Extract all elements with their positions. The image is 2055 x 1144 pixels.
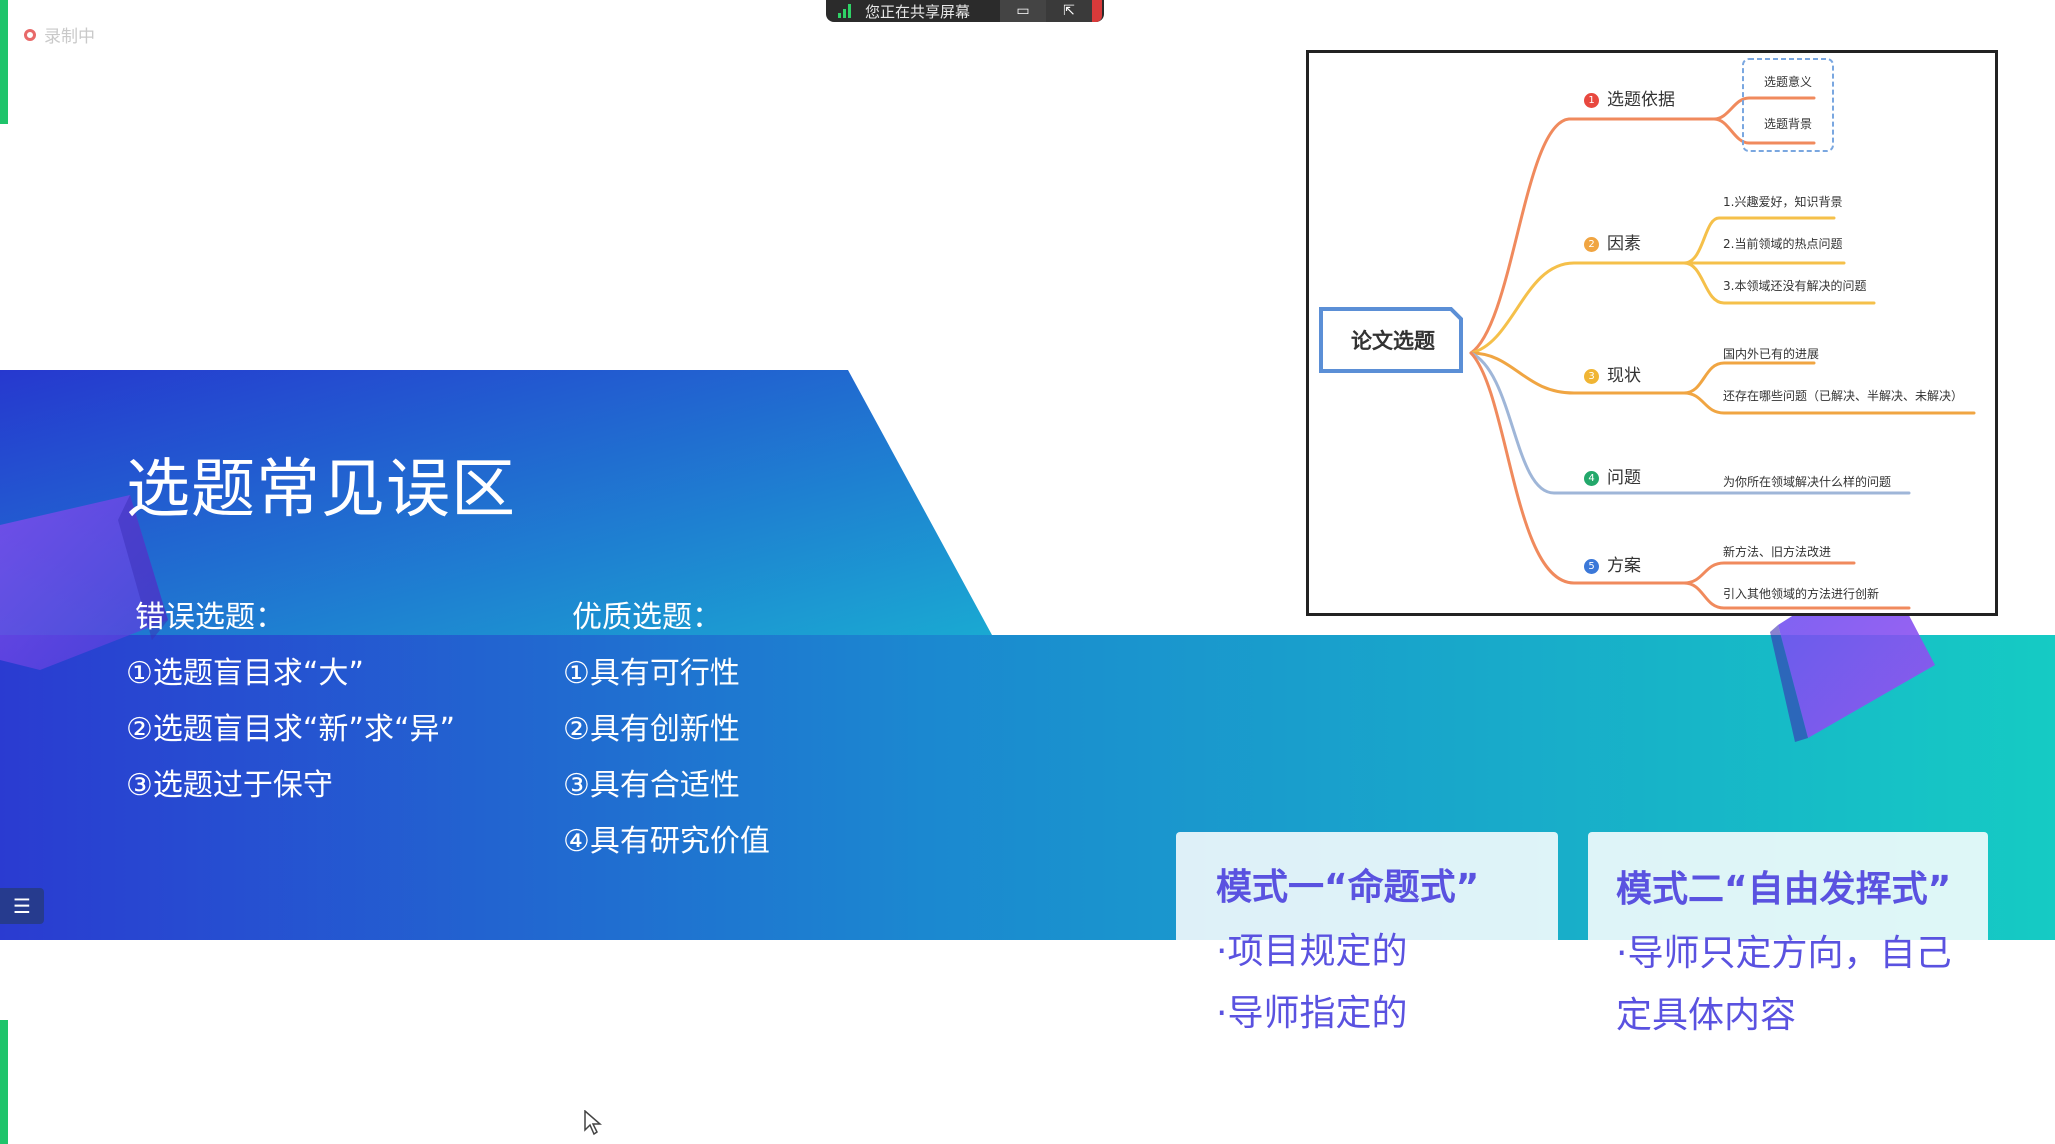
branch-number-icon: 4 xyxy=(1584,470,1599,486)
wrong-topic-item: ①选题盲目求“大” xyxy=(126,656,364,691)
mindmap-leaf: 引入其他领域的方法进行创新 xyxy=(1723,587,1880,601)
branch-label: 问题 xyxy=(1607,468,1641,488)
switch-window-button[interactable]: ▭ xyxy=(1000,0,1046,22)
wrong-topic-item: ③选题过于保守 xyxy=(126,768,333,803)
mindmap-leaf: 选题背景 xyxy=(1764,117,1813,131)
good-topic-item: ③具有合适性 xyxy=(563,768,740,803)
edge-indicator-top xyxy=(0,0,8,124)
branch-number-icon: 1 xyxy=(1584,92,1599,108)
pattern-card-free: 模式二“自由发挥式” ·导师只定方向，自己 定具体内容 xyxy=(1588,832,1988,1042)
screen-share-bar: 您正在共享屏幕 ▭ ⇱ xyxy=(826,0,1104,22)
mindmap-leaf: 新方法、旧方法改进 xyxy=(1723,545,1832,559)
good-topic-item: ④具有研究价值 xyxy=(563,824,770,859)
pattern-line: ·导师指定的 xyxy=(1216,993,1408,1034)
share-status-text: 您正在共享屏幕 xyxy=(865,2,971,21)
mindmap-leaf: 为你所在领域解决什么样的问题 xyxy=(1723,475,1892,489)
branch-label: 方案 xyxy=(1607,556,1641,576)
slide-title: 选题常见误区 xyxy=(126,453,516,527)
pattern-title: 模式一“命题式” xyxy=(1216,867,1480,908)
mindmap-branch: 1 选题依据 xyxy=(1584,85,1675,110)
pattern-title: 模式二“自由发挥式” xyxy=(1616,869,1952,910)
outline-toggle-button[interactable]: ☰ xyxy=(0,888,44,924)
branch-label: 因素 xyxy=(1607,234,1641,254)
good-topics-heading: 优质选题： xyxy=(572,600,722,635)
mindmap-branch: 4 问题 xyxy=(1584,463,1641,488)
stop-share-button[interactable] xyxy=(1092,0,1102,22)
pattern-card-assigned: 模式一“命题式” ·项目规定的 ·导师指定的 xyxy=(1176,832,1558,1042)
branch-number-icon: 5 xyxy=(1584,558,1599,574)
list-icon: ☰ xyxy=(13,894,31,918)
recording-label: 录制中 xyxy=(44,27,95,47)
mindmap-branch: 3 现状 xyxy=(1584,361,1641,386)
mindmap-branch: 2 因素 xyxy=(1584,229,1641,254)
record-icon xyxy=(24,28,36,41)
share-settings-button[interactable]: ⇱ xyxy=(1046,0,1092,22)
branch-label: 选题依据 xyxy=(1607,90,1675,110)
pattern-line: ·导师只定方向，自己 xyxy=(1616,933,1952,974)
good-topic-item: ②具有创新性 xyxy=(563,712,740,747)
mindmap-leaf: 还存在哪些问题（已解决、半解决、未解决） xyxy=(1723,389,1964,403)
mindmap-root: 论文选题 xyxy=(1351,329,1435,353)
branch-number-icon: 3 xyxy=(1584,368,1599,384)
window-icon: ▭ xyxy=(1016,3,1030,19)
mindmap-leaf: 1.兴趣爱好，知识背景 xyxy=(1723,195,1843,209)
mindmap-branch: 5 方案 xyxy=(1584,551,1641,576)
recording-indicator: 录制中 xyxy=(24,22,95,47)
branch-number-icon: 2 xyxy=(1584,236,1599,252)
branch-label: 现状 xyxy=(1607,366,1641,386)
wrong-topic-item: ②选题盲目求“新”求“异” xyxy=(126,712,456,747)
good-topic-item: ①具有可行性 xyxy=(563,656,740,691)
edge-indicator-bottom xyxy=(0,1020,8,1144)
mouse-cursor-icon xyxy=(584,1110,602,1136)
mindmap-image: 论文选题 1 选题依据 选题意义 选题背景 2 因素 1.兴趣爱好，知识背景 2.当… xyxy=(1306,50,1998,616)
mindmap-leaf: 2.当前领域的热点问题 xyxy=(1723,237,1843,251)
wrong-topics-heading: 错误选题： xyxy=(135,600,285,635)
mindmap-leaf: 选题意义 xyxy=(1764,75,1813,89)
pattern-line: ·项目规定的 xyxy=(1216,931,1408,972)
pattern-line: 定具体内容 xyxy=(1616,995,1797,1036)
mindmap-leaf: 国内外已有的进展 xyxy=(1723,347,1820,361)
signal-icon xyxy=(838,4,851,18)
mindmap-leaf: 3.本领域还没有解决的问题 xyxy=(1723,279,1867,293)
share-settings-icon: ⇱ xyxy=(1063,3,1075,19)
